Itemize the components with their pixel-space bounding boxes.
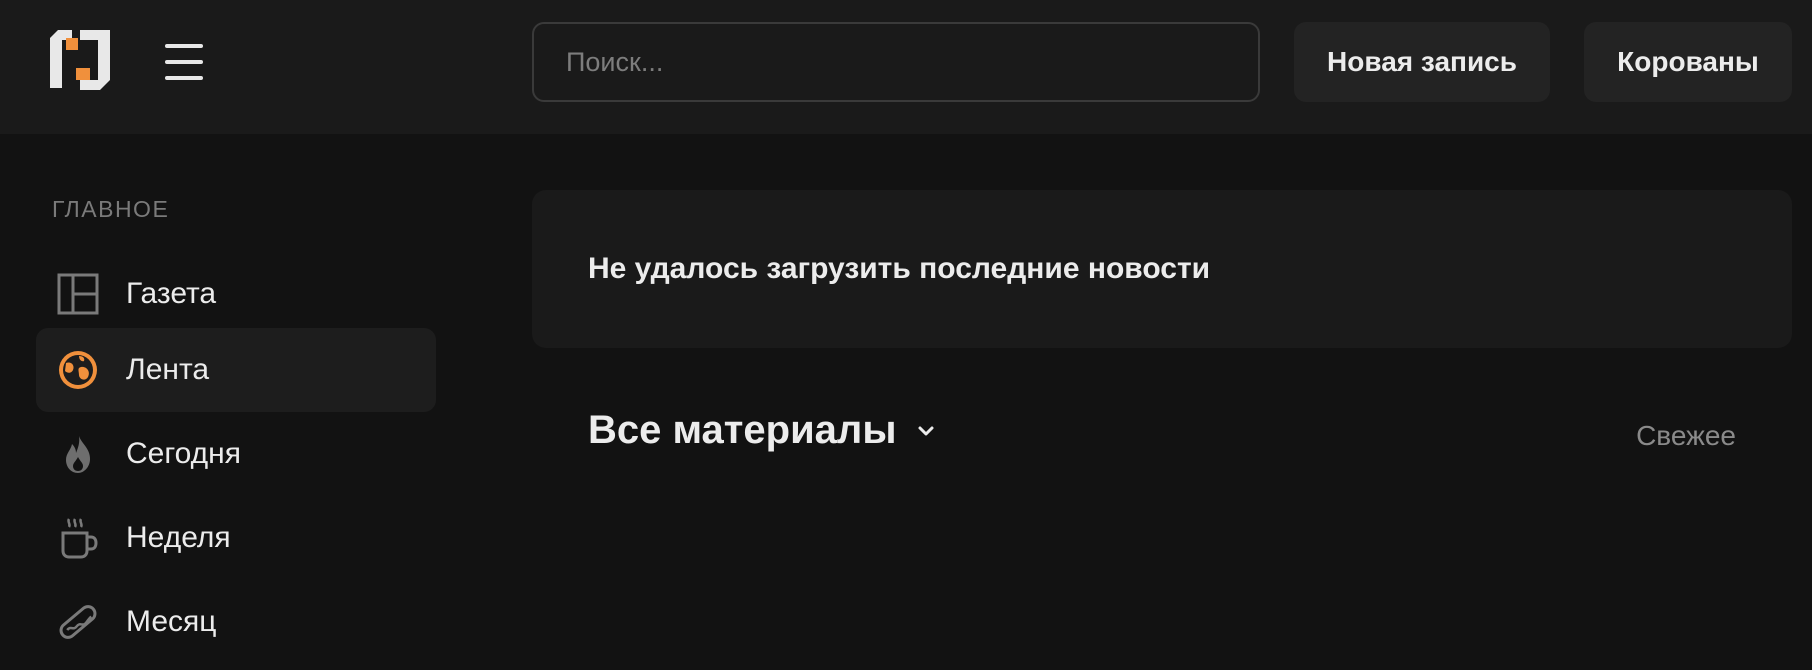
sidebar-item-today[interactable]: Сегодня bbox=[36, 412, 436, 496]
news-error-card: Не удалось загрузить последние новости bbox=[532, 190, 1792, 348]
hotdog-icon bbox=[54, 598, 102, 646]
search-input[interactable] bbox=[532, 22, 1260, 102]
logo[interactable] bbox=[50, 30, 114, 94]
sidebar-item-label: Неделя bbox=[126, 521, 231, 554]
feed-filter-dropdown[interactable]: Все материалы bbox=[588, 408, 938, 453]
globe-icon bbox=[54, 346, 102, 394]
sidebar-heading: ГЛАВНОЕ bbox=[52, 196, 170, 222]
chevron-down-icon bbox=[918, 426, 934, 435]
sidebar-item-newspaper[interactable]: Газета bbox=[36, 252, 436, 336]
sidebar: ГЛАВНОЕ Газета Лента Сегодня Неделя Меся… bbox=[0, 134, 460, 670]
news-error-message: Не удалось загрузить последние новости bbox=[588, 252, 1211, 285]
korovany-button[interactable]: Корованы bbox=[1584, 22, 1792, 102]
top-header: Новая запись Корованы bbox=[0, 0, 1812, 134]
hamburger-icon-line bbox=[165, 76, 203, 80]
feed-title: Все материалы bbox=[588, 408, 897, 452]
sidebar-item-feed[interactable]: Лента bbox=[36, 328, 436, 412]
sort-dropdown[interactable]: Свежее bbox=[1636, 420, 1736, 452]
sidebar-item-label: Сегодня bbox=[126, 437, 241, 470]
coffee-cup-icon bbox=[54, 514, 102, 562]
hamburger-icon-line bbox=[165, 60, 203, 64]
newspaper-layout-icon bbox=[54, 270, 102, 318]
hamburger-icon-line bbox=[165, 44, 203, 48]
sidebar-item-month[interactable]: Месяц bbox=[36, 580, 436, 664]
sidebar-item-week[interactable]: Неделя bbox=[36, 496, 436, 580]
sidebar-item-label: Лента bbox=[126, 353, 210, 386]
sidebar-item-label: Газета bbox=[126, 277, 217, 310]
flame-icon bbox=[54, 430, 102, 478]
sidebar-item-label: Месяц bbox=[126, 605, 217, 638]
menu-toggle-button[interactable] bbox=[160, 40, 208, 84]
new-post-button[interactable]: Новая запись bbox=[1294, 22, 1550, 102]
